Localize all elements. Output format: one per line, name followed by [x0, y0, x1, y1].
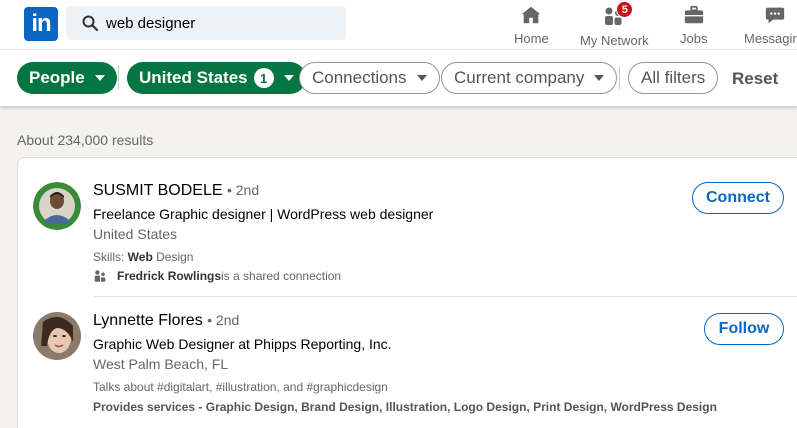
location-filter-label: United States — [139, 68, 248, 87]
nav-messaging[interactable]: Messaging — [744, 4, 797, 46]
chevron-down-icon — [283, 75, 294, 81]
profile-name: SUSMIT BODELE — [93, 182, 223, 199]
avatar[interactable] — [33, 312, 81, 360]
nav-jobs-label: Jobs — [680, 31, 708, 46]
avatar-image — [33, 312, 81, 360]
home-icon — [522, 6, 541, 24]
divider — [118, 66, 119, 90]
top-nav: in Home 5 My Network — [0, 0, 797, 50]
reset-button[interactable]: Reset — [732, 69, 778, 89]
network-icon-wrap: 5 — [602, 1, 634, 28]
skills-rest: Design — [152, 250, 194, 264]
shared-connection-name: Fredrick Rowlings — [117, 269, 222, 283]
result-count: About 234,000 results — [17, 132, 154, 148]
current-company-filter-label: Current company — [454, 68, 585, 87]
people-filter-label: People — [29, 68, 85, 87]
people-filter-button[interactable]: People — [17, 62, 117, 94]
skills-prefix: Skills: — [93, 250, 128, 264]
nav-my-network[interactable]: 5 My Network — [580, 1, 649, 48]
location-count-badge: 1 — [253, 68, 274, 88]
shared-connection-text: is a shared connection — [221, 269, 342, 283]
briefcase-icon — [684, 5, 703, 24]
filter-bar: People United States 1 Connections Curre… — [0, 50, 797, 106]
nav-my-network-label: My Network — [580, 33, 649, 48]
nav-home[interactable]: Home — [514, 4, 549, 46]
messaging-icon — [766, 7, 785, 24]
linkedin-logo[interactable]: in — [24, 7, 58, 41]
connection-degree: • 2nd — [226, 182, 260, 198]
profile-headline: Graphic Web Designer at Phipps Reporting… — [93, 336, 392, 352]
search-icon — [82, 15, 98, 31]
profile-name: Lynnette Flores — [93, 312, 203, 329]
all-filters-label: All filters — [641, 68, 706, 87]
current-company-filter-button[interactable]: Current company — [441, 62, 618, 94]
notification-badge: 5 — [616, 1, 634, 18]
nav-home-label: Home — [514, 31, 549, 46]
avatar-image — [33, 182, 81, 230]
location-filter-button[interactable]: United States 1 — [127, 62, 306, 94]
all-filters-button[interactable]: All filters — [628, 62, 719, 94]
profile-name-link[interactable]: SUSMIT BODELE • 2nd — [93, 182, 259, 200]
profile-skills: Skills: Web Design — [93, 250, 193, 264]
search-input[interactable] — [106, 6, 336, 40]
connections-filter-button[interactable]: Connections — [299, 62, 440, 94]
connection-degree: • 2nd — [207, 312, 240, 328]
people-icon — [94, 270, 106, 282]
nav-messaging-label: Messaging — [744, 31, 797, 46]
avatar[interactable] — [33, 182, 81, 230]
divider — [93, 296, 797, 297]
nav-jobs[interactable]: Jobs — [680, 4, 707, 46]
search-box[interactable] — [66, 6, 346, 40]
chevron-down-icon — [416, 75, 427, 81]
profile-name-link[interactable]: Lynnette Flores • 2nd — [93, 312, 239, 330]
connections-filter-label: Connections — [312, 68, 407, 87]
chevron-down-icon — [594, 75, 605, 81]
profile-talks-about: Talks about #digitalart, #illustration, … — [93, 380, 388, 394]
shared-connection[interactable]: Fredrick Rowlings is a shared connection — [93, 269, 341, 283]
profile-services: Provides services - Graphic Design, Bran… — [93, 400, 717, 414]
profile-location: West Palm Beach, FL — [93, 356, 229, 372]
skills-bold: Web — [127, 250, 153, 264]
follow-button[interactable]: Follow — [704, 313, 784, 345]
profile-headline: Freelance Graphic designer | WordPress w… — [93, 206, 434, 222]
divider — [619, 66, 620, 90]
results-card: SUSMIT BODELE • 2nd Freelance Graphic de… — [17, 157, 797, 428]
connect-button[interactable]: Connect — [692, 182, 784, 214]
chevron-down-icon — [94, 75, 105, 81]
profile-location: United States — [93, 226, 178, 242]
